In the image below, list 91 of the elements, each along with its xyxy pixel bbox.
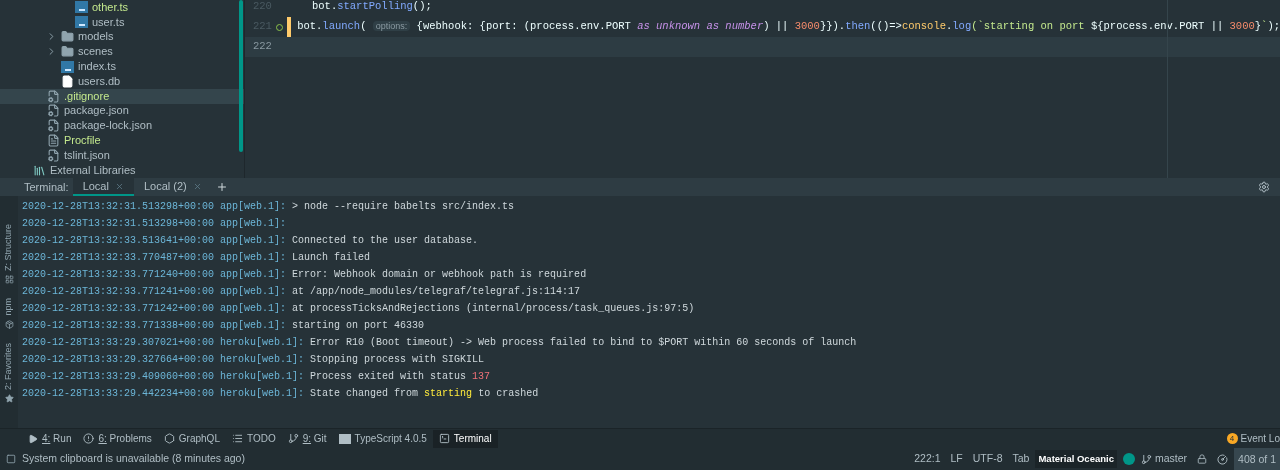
hexagon-icon xyxy=(163,433,175,444)
terminal-line: 2020-12-28T13:33:29.442234+00:00 heroku[web.1]: State changed from starting to crashed xyxy=(22,387,540,401)
indent[interactable]: Tab xyxy=(1012,451,1030,467)
tree-item[interactable]: other.ts xyxy=(0,0,244,15)
terminal-line: 2020-12-28T13:32:33.771240+00:00 app[web.1]: Error: Webhook domain or webhook path is required xyxy=(22,268,588,282)
lock-icon[interactable] xyxy=(1197,454,1208,464)
tree-item[interactable]: tslint.json xyxy=(0,147,244,163)
tree-item[interactable]: user.ts xyxy=(0,14,244,30)
scrollbar[interactable] xyxy=(239,0,243,152)
side-tool-button[interactable]: npm xyxy=(2,298,16,329)
typescript-file-icon xyxy=(75,1,88,14)
memory-indicator[interactable]: 408 of 1 xyxy=(1234,448,1280,470)
play-icon xyxy=(28,433,38,444)
terminal-line: 2020-12-28T13:32:33.770487+00:00 app[web.1]: Launch failed xyxy=(22,251,372,265)
tool-window-tab[interactable]: 9: Git xyxy=(281,429,333,448)
file-name: scenes xyxy=(78,45,113,59)
branch-icon xyxy=(287,433,299,444)
star-icon xyxy=(4,393,14,403)
list-icon xyxy=(231,433,243,444)
tree-item[interactable]: models xyxy=(0,29,244,45)
tree-item[interactable]: External Libraries xyxy=(0,162,244,178)
typescript-file-icon xyxy=(61,60,74,73)
status-toggle-icon[interactable] xyxy=(6,454,16,464)
tool-window-tab[interactable]: 4: Run xyxy=(22,429,78,448)
file-name: External Libraries xyxy=(50,163,136,177)
code-line: bot.startPolling(); xyxy=(312,0,432,15)
typescript-file-icon xyxy=(75,16,88,29)
theme-name[interactable]: Material Oceanic xyxy=(1035,449,1117,469)
terminal-line: 2020-12-28T13:33:29.327664+00:00 heroku[web.1]: Stopping process with SIGKILL xyxy=(22,353,486,367)
gauge-icon[interactable] xyxy=(1217,453,1229,465)
tree-item[interactable]: users.db xyxy=(0,74,244,89)
file-name: tslint.json xyxy=(64,148,110,162)
tree-item[interactable]: index.ts xyxy=(0,59,244,74)
tool-window-tab[interactable]: GraphQL xyxy=(157,429,226,448)
code-line: bot.launch( options: {webhook: {port: (process.env.PORT as unknown as number) || 3000}}).then(()=>console.log(`starting on port ${process.env.PORT || 3000}`); xyxy=(297,19,1280,35)
terminal-line: 2020-12-28T13:33:29.307021+00:00 heroku[web.1]: Error R10 (Boot timeout) -> Web process failed to bind to $PORT within 60 seconds of launch xyxy=(22,336,858,350)
file-name: users.db xyxy=(78,74,121,88)
terminal-line: 2020-12-28T13:32:31.513298+00:00 app[web.1]: xyxy=(22,217,288,231)
settings-icon[interactable] xyxy=(1258,181,1270,193)
text-file-icon xyxy=(47,134,60,148)
terminal-line: 2020-12-28T13:32:33.771338+00:00 app[web.1]: starting on port 46330 xyxy=(22,319,426,333)
terminal-line: 2020-12-28T13:33:29.409060+00:00 heroku[web.1]: Process exited with status 137 xyxy=(22,370,492,384)
line-separator[interactable]: LF xyxy=(950,451,963,467)
session-tab[interactable]: Local (2) xyxy=(133,178,212,196)
git-branch[interactable]: master xyxy=(1154,451,1188,467)
file-name: models xyxy=(78,30,114,44)
tool-window-tab[interactable]: Terminal xyxy=(432,429,498,448)
tree-item[interactable]: package-lock.json xyxy=(0,118,244,134)
tool-window-tab[interactable]: TODO xyxy=(225,429,282,448)
side-tool-button[interactable]: Z: Structure xyxy=(2,224,16,284)
close-icon[interactable] xyxy=(192,181,202,191)
alert-icon xyxy=(83,433,95,444)
file-name: other.ts xyxy=(92,0,129,14)
config-file-icon xyxy=(47,89,60,103)
config-file-icon xyxy=(47,148,60,162)
add-icon[interactable] xyxy=(215,181,228,193)
folder-icon xyxy=(61,45,74,59)
terminal-label: Terminal: xyxy=(24,179,69,195)
file-name: Procfile xyxy=(64,134,101,148)
terminal-icon xyxy=(438,433,450,444)
encoding[interactable]: UTF-8 xyxy=(972,451,1003,467)
terminal-line: 2020-12-28T13:32:31.513298+00:00 app[web.1]: > node --require babelts src/index.ts xyxy=(22,200,516,214)
tree-item[interactable]: .gitignore xyxy=(0,88,244,104)
close-icon[interactable] xyxy=(114,181,124,191)
file-name: user.ts xyxy=(92,15,125,29)
terminal-line: 2020-12-28T13:32:33.771241+00:00 app[web.1]: at /app/node_modules/telegraf/telegraf.js:114:17 xyxy=(22,285,582,299)
terminal-line: 2020-12-28T13:32:33.513641+00:00 app[web.1]: Connected to the user database. xyxy=(22,234,480,248)
tree-item[interactable]: scenes xyxy=(0,44,244,60)
tool-window-tab[interactable]: TypeScript 4.0.5 xyxy=(332,429,433,448)
line-number: 222 xyxy=(252,39,273,55)
tree-item[interactable]: package.json xyxy=(0,103,244,119)
folder-icon xyxy=(61,30,74,44)
file-name: package.json xyxy=(64,104,129,118)
library-icon xyxy=(33,163,46,177)
side-tool-button[interactable]: 2: Favorites xyxy=(2,342,16,403)
branch-icon xyxy=(1140,453,1152,465)
tool-window-tab[interactable]: 6: Problems xyxy=(77,429,158,448)
terminal-line: 2020-12-28T13:32:33.771242+00:00 app[web.1]: at processTicksAndRejections (internal/process/task_queues.js:97:5) xyxy=(22,302,696,316)
caret-position[interactable]: 222:1 xyxy=(914,451,941,467)
file-name: package-lock.json xyxy=(64,119,153,133)
config-file-icon xyxy=(47,119,60,133)
tree-item[interactable]: Procfile xyxy=(0,133,244,148)
status-message: System clipboard is unavailable (8 minutes ago) xyxy=(22,451,245,467)
event-log-button[interactable]: 4 Event Lo xyxy=(1226,431,1280,446)
file-icon xyxy=(61,74,74,88)
structure-icon xyxy=(4,275,14,284)
package-icon xyxy=(4,319,14,329)
file-name: .gitignore xyxy=(64,89,110,103)
session-tab[interactable]: Local xyxy=(72,178,134,196)
config-file-icon xyxy=(47,104,60,118)
file-name: index.ts xyxy=(78,60,116,74)
